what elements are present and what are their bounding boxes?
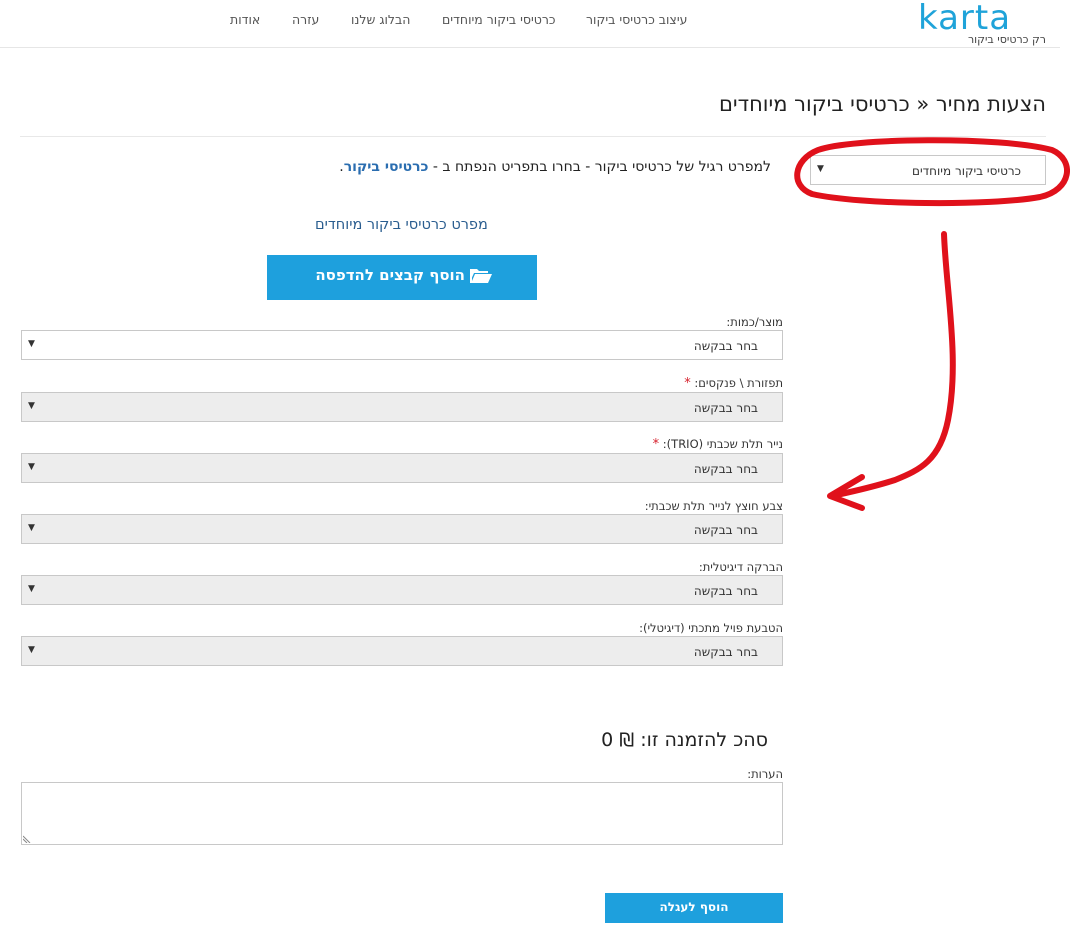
nav-design-cards[interactable]: עיצוב כרטיסי ביקור <box>586 12 687 27</box>
field-label-product-quantity: מוצר/כמות: <box>726 315 783 329</box>
resize-grip-icon[interactable] <box>23 835 31 843</box>
order-total: סהכ להזמנה זו: ₪ 0 <box>601 729 768 751</box>
info-text: למפרט רגיל של כרטיסי ביקור - בחרו בתפריט… <box>339 159 771 175</box>
annotation-arrowhead <box>827 474 865 511</box>
field-label-text: נייר תלת שכבתי (TRIO): <box>662 437 783 451</box>
field-label-text: הטבעת פויל מתכתי (דיגיטלי): <box>639 621 783 635</box>
dropdown-arrow-icon: ▼ <box>28 401 35 411</box>
dropdown-arrow-icon: ▼ <box>817 164 824 174</box>
dropdown-arrow-icon: ▼ <box>28 584 35 594</box>
field-label-text: מוצר/כמות: <box>726 315 783 329</box>
select-value: בחר בבקשה <box>693 584 758 598</box>
select-value: בחר בבקשה <box>693 645 758 659</box>
nav-about[interactable]: אודות <box>230 12 260 27</box>
notes-label: הערות: <box>747 767 783 781</box>
add-files-label: הוסף קבצים להדפסה <box>315 266 465 284</box>
field-label-digital-gloss: הברקה דיגיטלית: <box>699 560 783 574</box>
digital-gloss-select[interactable]: בחר בבקשה ▼ <box>21 575 783 605</box>
trio-paper-select[interactable]: בחר בבקשה ▼ <box>21 453 783 483</box>
required-mark: * <box>684 376 691 391</box>
field-label-distribution: תפזורת \ פנקסים: * <box>684 376 783 391</box>
site-header: karta רק כרטיסי ביקור עיצוב כרטיסי ביקור… <box>0 0 1060 48</box>
select-value: בחר בבקשה <box>693 462 758 476</box>
nav-blog[interactable]: הבלוג שלנו <box>351 12 410 27</box>
separator-color-select[interactable]: בחר בבקשה ▼ <box>21 514 783 544</box>
select-value: בחר בבקשה <box>693 401 758 415</box>
nav-special-cards[interactable]: כרטיסי ביקור מיוחדים <box>442 12 556 27</box>
category-select-value: כרטיסי ביקור מיוחדים <box>911 164 1021 178</box>
product-quantity-select[interactable]: בחר בבקשה ▼ <box>21 330 783 360</box>
info-text-body: למפרט רגיל של כרטיסי ביקור - בחרו בתפריט… <box>428 159 771 175</box>
order-total-currency: ₪ <box>619 729 635 751</box>
field-label-text: צבע חוצץ לנייר תלת שכבתי: <box>644 499 783 513</box>
dropdown-arrow-icon: ▼ <box>28 645 35 655</box>
folder-open-icon <box>470 269 492 283</box>
foil-stamping-select[interactable]: בחר בבקשה ▼ <box>21 636 783 666</box>
business-cards-link[interactable]: כרטיסי ביקור <box>344 159 429 175</box>
order-total-label: סהכ להזמנה זו: <box>640 729 768 751</box>
add-to-cart-label: הוסף לעגלה <box>659 900 729 914</box>
add-files-button[interactable]: הוסף קבצים להדפסה <box>267 255 537 300</box>
page-title: הצעות מחיר « כרטיסי ביקור מיוחדים <box>718 92 1046 116</box>
field-label-trio-paper: נייר תלת שכבתי (TRIO): * <box>653 437 783 452</box>
field-label-foil-stamping: הטבעת פויל מתכתי (דיגיטלי): <box>639 621 783 635</box>
dropdown-arrow-icon: ▼ <box>28 462 35 472</box>
nav-help[interactable]: עזרה <box>292 12 319 27</box>
karta-logo[interactable]: karta רק כרטיסי ביקור <box>918 0 1048 46</box>
add-to-cart-button[interactable]: הוסף לעגלה <box>605 893 783 923</box>
notes-textarea[interactable] <box>21 782 783 845</box>
annotation-arrow-line <box>829 231 956 499</box>
select-value: בחר בבקשה <box>693 523 758 537</box>
dropdown-arrow-icon: ▼ <box>28 523 35 533</box>
dropdown-arrow-icon: ▼ <box>28 339 35 349</box>
field-label-text: הברקה דיגיטלית: <box>698 560 783 574</box>
select-value: בחר בבקשה <box>693 339 758 353</box>
field-label-text: תפזורת \ פנקסים: <box>694 376 783 390</box>
special-cards-spec-link[interactable]: מפרט כרטיסי ביקור מיוחדים <box>315 217 488 233</box>
logo-tagline: רק כרטיסי ביקור <box>967 33 1046 46</box>
category-select[interactable]: כרטיסי ביקור מיוחדים ▼ <box>810 155 1046 185</box>
field-label-separator-color: צבע חוצץ לנייר תלת שכבתי: <box>645 499 783 513</box>
required-mark: * <box>652 437 660 452</box>
distribution-select[interactable]: בחר בבקשה ▼ <box>21 392 783 422</box>
order-total-amount: 0 <box>601 729 614 751</box>
title-divider <box>20 136 1046 137</box>
